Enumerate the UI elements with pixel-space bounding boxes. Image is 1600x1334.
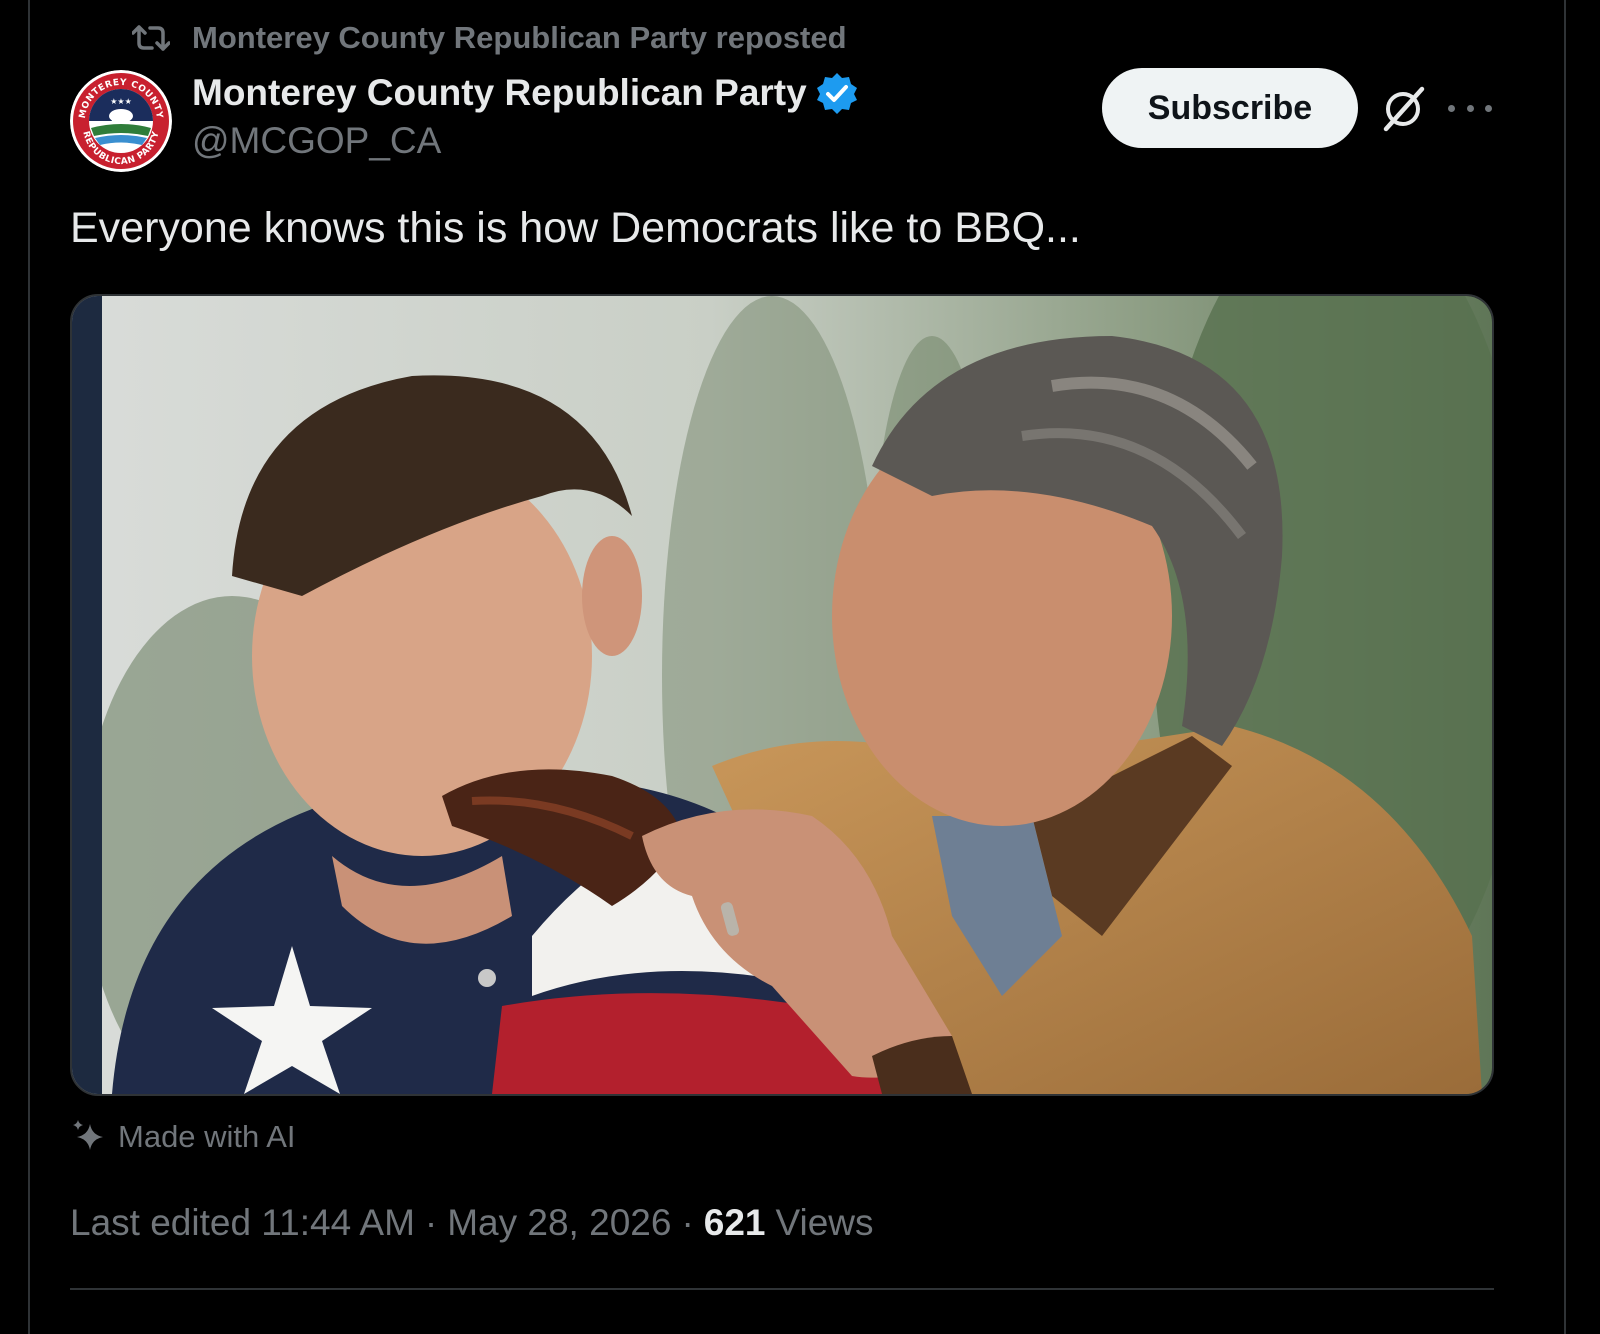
display-name[interactable]: Monterey County Republican Party xyxy=(192,72,807,114)
divider xyxy=(70,1288,1494,1290)
grok-icon[interactable] xyxy=(1378,84,1428,134)
bbq-photo xyxy=(72,296,1492,1094)
post-date[interactable]: May 28, 2026 xyxy=(447,1202,671,1244)
more-options-icon[interactable] xyxy=(1448,88,1492,128)
meta-separator: · xyxy=(424,1202,438,1243)
avatar[interactable]: MONTEREY COUNTY REPUBLICAN PARTY ★★★ xyxy=(70,70,172,172)
subscribe-button[interactable]: Subscribe xyxy=(1102,68,1358,148)
post-text: Everyone knows this is how Democrats lik… xyxy=(70,204,1081,252)
made-with-ai-text: Made with AI xyxy=(118,1119,296,1154)
made-with-ai-label[interactable]: Made with AI xyxy=(70,1114,295,1160)
views-count: 621 xyxy=(703,1202,766,1243)
edited-time[interactable]: Last edited 11:44 AM xyxy=(70,1202,415,1244)
meta-separator: · xyxy=(681,1202,694,1243)
more-dot xyxy=(1485,104,1492,112)
post-meta: Last edited 11:44 AM · May 28, 2026 · 62… xyxy=(70,1196,874,1250)
user-handle[interactable]: @MCGOP_CA xyxy=(192,120,859,162)
verified-badge-icon[interactable] xyxy=(815,71,859,115)
repost-indicator[interactable]: Monterey County Republican Party reposte… xyxy=(132,16,847,60)
repost-icon xyxy=(132,25,170,51)
more-dot xyxy=(1448,104,1455,112)
sparkle-icon xyxy=(73,1120,103,1150)
views-label: Views xyxy=(775,1202,874,1243)
post-image[interactable] xyxy=(70,294,1494,1096)
author-info: Monterey County Republican Party @MCGOP_… xyxy=(192,68,859,162)
more-dot xyxy=(1466,104,1474,112)
display-name-row: Monterey County Republican Party xyxy=(192,68,859,118)
gop-logo-icon: MONTEREY COUNTY REPUBLICAN PARTY ★★★ xyxy=(70,70,172,172)
svg-text:★★★: ★★★ xyxy=(110,97,132,106)
repost-text: Monterey County Republican Party reposte… xyxy=(192,20,847,55)
